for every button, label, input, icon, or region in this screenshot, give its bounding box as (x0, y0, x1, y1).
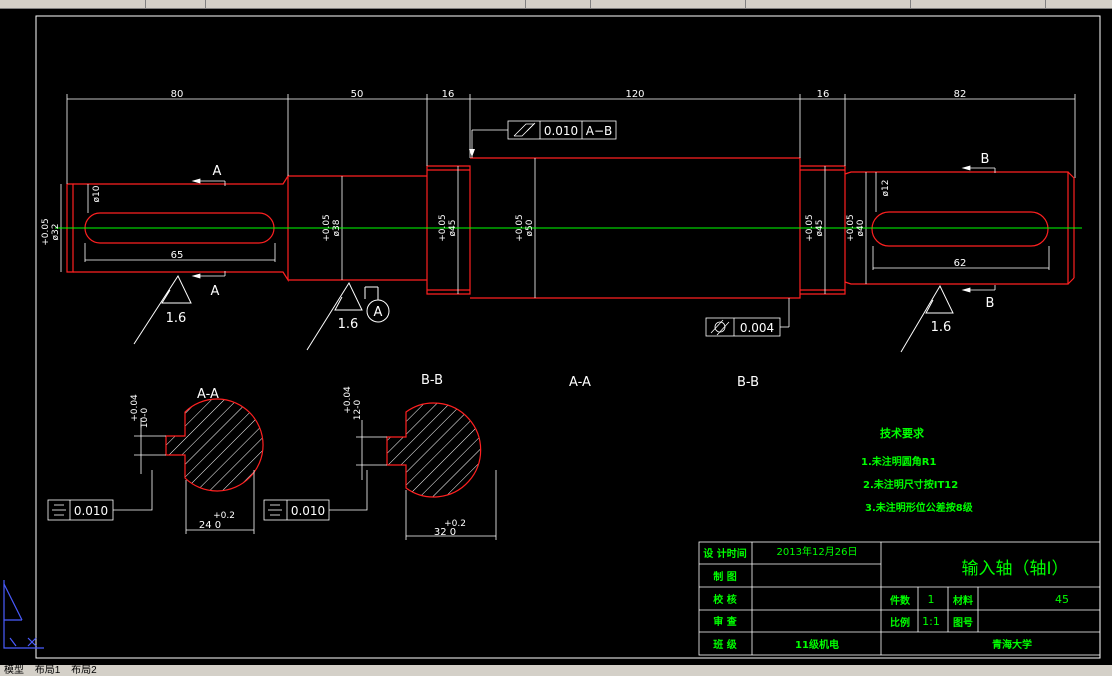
tb-date: 2013年12月26日 (777, 545, 858, 558)
tol-dia40: +0.05 (846, 214, 856, 242)
section-a-top: A (213, 164, 222, 179)
section-b-top: B (981, 152, 990, 167)
tb-drawing-label: 制 图 (713, 570, 736, 583)
tb-check-label: 校 核 (713, 593, 736, 606)
toolbar-separator (205, 0, 206, 8)
dim-dia38: ø38 (332, 219, 342, 236)
dim-65: 65 (171, 250, 184, 261)
dim-dia10: ø10 (92, 185, 102, 202)
dim-dia50: ø50 (525, 219, 535, 236)
dim-dia45-left: ø45 (448, 220, 458, 237)
cylindricity-value: 0.004 (740, 321, 774, 335)
section-bb-width: 32 0 (434, 527, 456, 538)
cad-toolbar[interactable] (0, 0, 1112, 9)
section-bb-depth-tol: +0.04 (343, 386, 353, 414)
tb-scale-label: 比例 (890, 616, 910, 629)
tab-layout2[interactable]: 布局2 (67, 665, 101, 676)
drawing-border (35, 15, 1101, 659)
tb-qty-label: 件数 (890, 594, 911, 607)
dim-16-right: 16 (817, 89, 830, 100)
section-bb-title-2: B-B (737, 375, 759, 390)
note-3: 3.未注明形位公差按8级 (865, 501, 974, 514)
dim-82: 82 (954, 89, 967, 100)
tb-class-label: 班 级 (713, 638, 737, 651)
section-aa-depth-tol: +0.04 (130, 394, 140, 422)
dim-80: 80 (171, 89, 184, 100)
tab-model[interactable]: 模型 (0, 665, 28, 676)
toolbar-separator (145, 0, 146, 8)
section-aa-title-2: A-A (569, 375, 591, 390)
toolbar-separator (910, 0, 911, 8)
note-1: 1.未注明圆角R1 (861, 455, 936, 468)
roughness-value-1: 1.6 (166, 311, 187, 326)
drawing-canvas[interactable]: 80 50 16 120 16 82 65 62 ø32 +0.05 ø38 +… (0, 9, 1112, 665)
tb-designer-label: 设 计时间 (703, 547, 746, 560)
tol-dia32: +0.05 (41, 218, 51, 246)
note-2: 2.未注明尺寸按IT12 (863, 478, 958, 491)
section-b-bottom: B (986, 296, 995, 311)
toolbar-separator (1045, 0, 1046, 8)
section-aa-width: 24 0 (199, 520, 221, 531)
runout-datum: A−B (586, 124, 613, 138)
tb-material-label: 材料 (953, 594, 973, 607)
tb-scale-value: 1:1 (922, 615, 940, 628)
dim-dia45-right: ø45 (815, 220, 825, 237)
tb-part-name: 输入轴（轴I） (961, 559, 1068, 579)
tol-dia45-right: +0.05 (805, 214, 815, 242)
toolbar-separator (525, 0, 526, 8)
toolbar-separator (590, 0, 591, 8)
tb-class-value: 11级机电 (795, 638, 839, 651)
tb-material-value: 45 (1055, 593, 1069, 606)
tab-layout1[interactable]: 布局1 (31, 665, 65, 676)
dim-16-left: 16 (442, 89, 455, 100)
tb-review-label: 审 查 (713, 615, 737, 628)
section-bb-depth: 12-0 (353, 400, 363, 421)
dim-120: 120 (625, 89, 644, 100)
tb-qty-value: 1 (928, 593, 935, 606)
roughness-symbols (133, 274, 954, 353)
ucs-icon (3, 580, 44, 649)
section-aa-depth: 10-0 (140, 408, 150, 429)
dim-50: 50 (351, 89, 364, 100)
runout-value: 0.010 (544, 124, 578, 138)
dim-62: 62 (954, 258, 967, 269)
section-markers (191, 165, 996, 293)
tol-dia38: +0.05 (322, 214, 332, 242)
symmetry-a-value: 0.010 (74, 504, 108, 518)
symmetry-b-value: 0.010 (291, 504, 325, 518)
dim-dia32: ø32 (51, 224, 61, 241)
datum-a-letter: A (374, 305, 383, 320)
roughness-value-2: 1.6 (338, 317, 359, 332)
roughness-value-3: 1.6 (931, 320, 952, 335)
tol-dia45-left: +0.05 (438, 214, 448, 242)
section-aa-title: A-A (197, 387, 219, 402)
dim-dia40: ø40 (856, 219, 866, 236)
tb-dwgno-label: 图号 (953, 617, 973, 629)
section-a-bottom: A (211, 284, 220, 299)
tb-school: 青海大学 (992, 638, 1032, 651)
notes-title: 技术要求 (880, 426, 925, 440)
toolbar-separator (745, 0, 746, 8)
tol-dia50: +0.05 (515, 214, 525, 242)
section-bb-title: B-B (421, 373, 443, 388)
dim-dia12: ø12 (881, 180, 891, 197)
layout-tabs[interactable]: 模型 布局1 布局2 (0, 665, 1112, 676)
